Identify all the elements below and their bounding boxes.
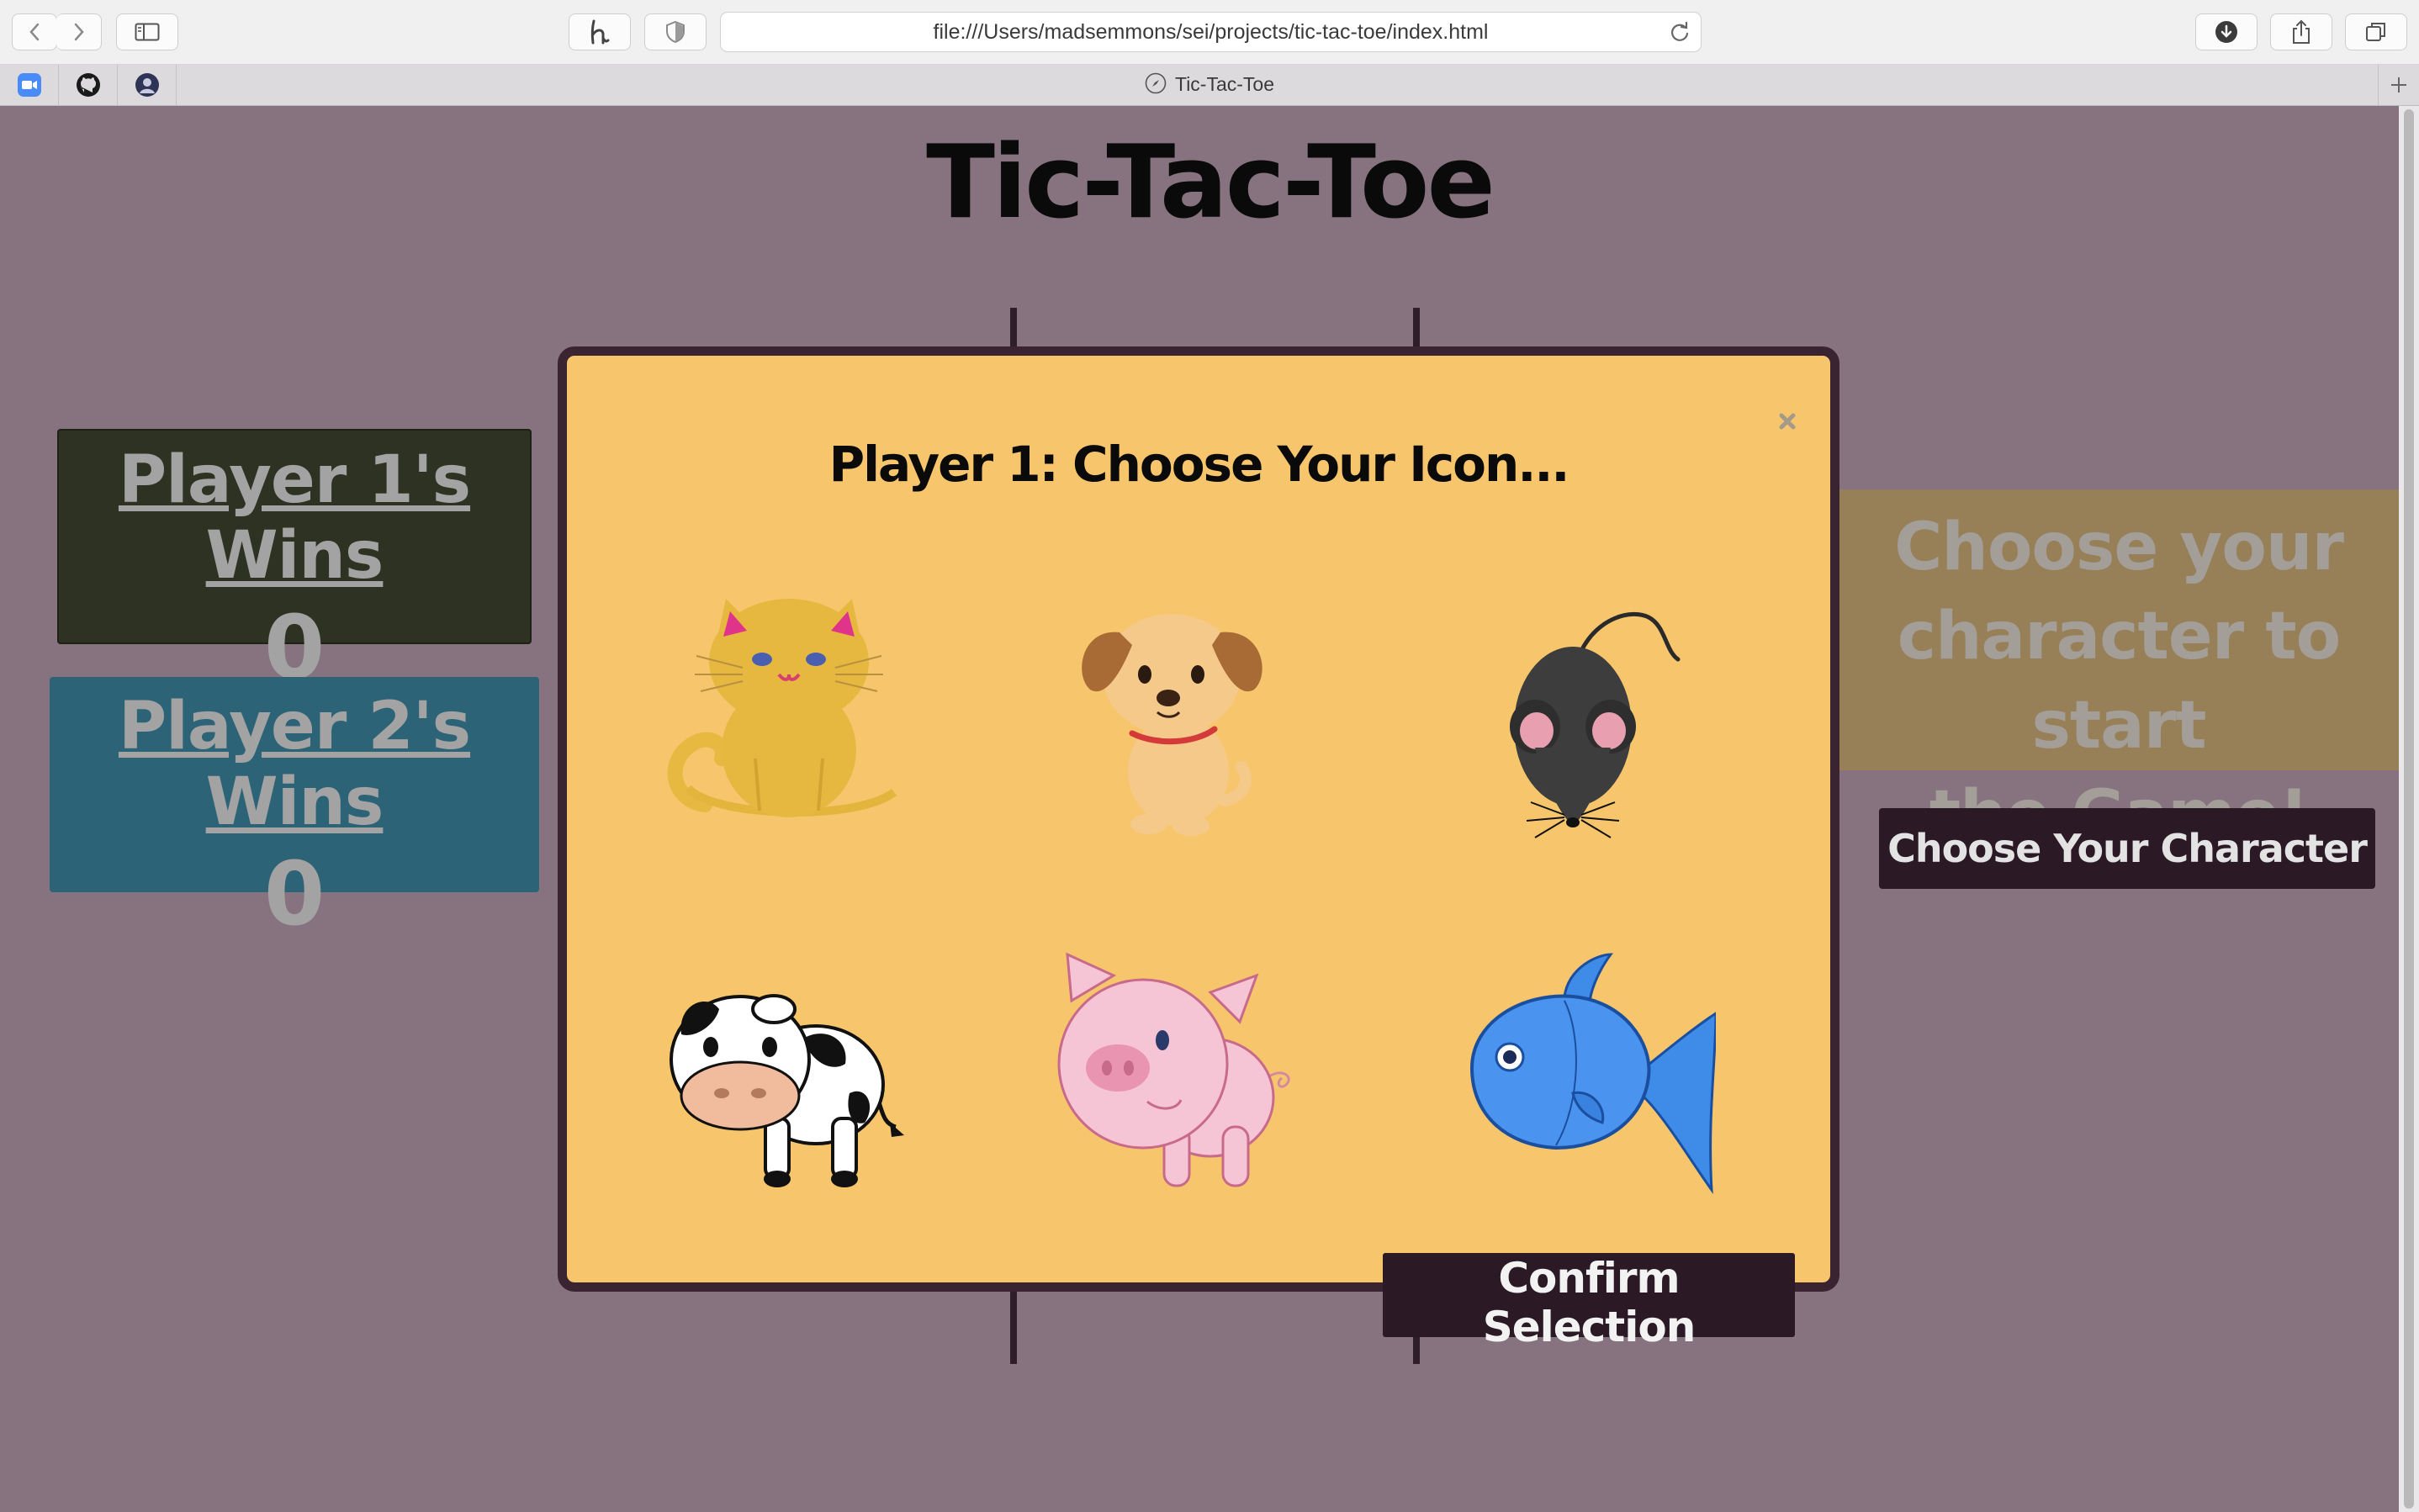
sidebar-toggle-button[interactable]	[116, 13, 178, 50]
downloads-button[interactable]	[2195, 13, 2258, 50]
board-grid-line	[1413, 308, 1420, 352]
confirm-selection-button[interactable]: Confirm Selection	[1383, 1253, 1795, 1351]
modal-close-button[interactable]	[1775, 409, 1800, 434]
address-bar[interactable]: file:///Users/madsemmons/sei/projects/ti…	[720, 12, 1702, 52]
sidebar-icon	[135, 23, 160, 41]
cow-icon-option[interactable]	[656, 959, 908, 1211]
player2-wins-score: 0	[263, 843, 326, 945]
modal-title: Player 1: Choose Your Icon...	[828, 436, 1570, 493]
new-tab-button[interactable]	[2378, 65, 2419, 105]
board-grid-line	[1010, 308, 1017, 352]
share-icon	[2293, 19, 2310, 44]
mouse-icon-option[interactable]	[1455, 600, 1707, 853]
tabs-overview-button[interactable]	[2345, 13, 2407, 50]
fish-icon	[1469, 953, 1718, 1195]
tab-bar: Tic-Tac-Toe	[0, 65, 2419, 106]
browser-toolbar: file:///Users/madsemmons/sei/projects/ti…	[0, 0, 2419, 65]
player2-wins-label: Player 2's Wins	[118, 689, 471, 840]
share-button[interactable]	[2270, 13, 2332, 50]
tabs-icon	[2366, 23, 2385, 41]
dog-icon	[1082, 614, 1262, 836]
player1-wins-label: Player 1's Wins	[118, 442, 471, 594]
close-icon	[1779, 413, 1796, 430]
honey-extension-button[interactable]	[569, 13, 631, 50]
download-icon	[2215, 21, 2237, 43]
dog-icon-option[interactable]	[1048, 590, 1300, 843]
cat-icon	[667, 599, 897, 817]
cow-icon	[670, 994, 904, 1187]
status-line: Choose your	[1894, 510, 2344, 585]
player2-wins-card: Player 2's Wins 0	[50, 677, 539, 938]
page-title: Tic-Tac-Toe	[926, 124, 1495, 241]
game-status-box: Choose your character to start the Game!	[1839, 489, 2399, 853]
fish-icon-option[interactable]	[1464, 950, 1718, 1203]
privacy-shield-button[interactable]	[644, 13, 707, 50]
shield-icon	[666, 20, 685, 44]
url-text: file:///Users/madsemmons/sei/projects/ti…	[933, 20, 1489, 44]
mouse-icon	[1510, 611, 1681, 838]
choose-character-button[interactable]: Choose Your Character	[1879, 808, 2375, 889]
plus-icon	[2391, 77, 2406, 93]
cat-icon-option[interactable]	[663, 590, 915, 843]
pig-icon-option[interactable]	[1055, 950, 1307, 1203]
reload-icon[interactable]	[1669, 21, 1691, 43]
scrollbar-thumb[interactable]	[2404, 109, 2414, 1509]
active-tab[interactable]: Tic-Tac-Toe	[0, 72, 2419, 96]
pig-icon	[1057, 952, 1290, 1187]
compass-icon	[1145, 72, 1167, 94]
forward-button[interactable]	[56, 13, 102, 50]
back-button[interactable]	[12, 13, 57, 50]
board-grid-line	[1010, 1287, 1017, 1364]
player1-wins-card: Player 1's Wins 0	[57, 429, 532, 691]
honey-h-icon	[590, 19, 610, 45]
status-line: character to start	[1897, 599, 2341, 764]
chevron-left-icon	[29, 23, 40, 41]
page-scrollbar[interactable]	[2399, 106, 2419, 1512]
chevron-right-icon	[74, 23, 84, 41]
tab-title: Tic-Tac-Toe	[1175, 73, 1274, 95]
